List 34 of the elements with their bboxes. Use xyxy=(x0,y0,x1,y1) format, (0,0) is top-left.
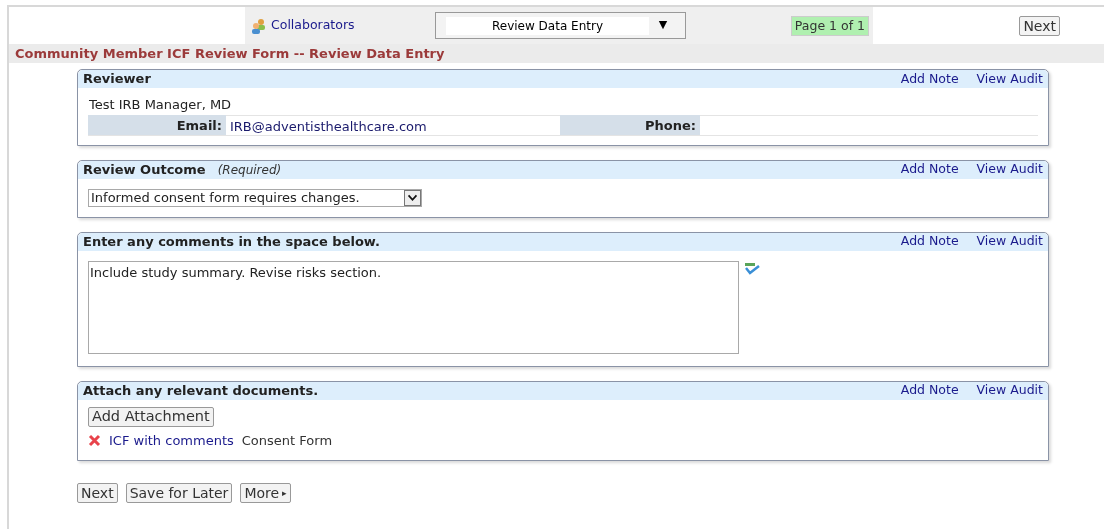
section-title: Reviewer xyxy=(83,70,151,89)
add-note-link[interactable]: Add Note xyxy=(900,160,959,179)
field-value: IRB@adventisthealthcare.com xyxy=(226,114,560,135)
required-note: (Required) xyxy=(217,161,282,179)
add-note-link[interactable]: Add Note xyxy=(900,381,959,400)
add-attachment-button[interactable]: Add Attachment xyxy=(88,406,214,427)
view-audit-link[interactable]: View Audit xyxy=(976,232,1043,251)
page-indicator: Page 1 of 1 xyxy=(790,15,869,36)
attachment-type: Consent Form xyxy=(241,431,333,450)
add-note-link[interactable]: Add Note xyxy=(900,232,959,251)
section-title: Attach any relevant documents. xyxy=(83,381,319,400)
delete-icon[interactable] xyxy=(88,434,101,447)
collaborators-link[interactable]: Collaborators xyxy=(271,16,355,35)
form-title: Community Member ICF Review Form -- Review Data Entry xyxy=(15,44,445,63)
spellcheck-icon[interactable] xyxy=(744,262,760,275)
footer-button[interactable]: Save for Later xyxy=(125,483,233,504)
view-audit-link[interactable]: View Audit xyxy=(976,160,1043,179)
view-audit-link[interactable]: View Audit xyxy=(976,69,1043,89)
section-title: Enter any comments in the space below. xyxy=(83,232,380,251)
comments-field[interactable]: Include study summary. Revise risks section. xyxy=(88,260,739,354)
people-icon xyxy=(251,17,267,34)
next-button[interactable]: Next xyxy=(1019,15,1060,36)
outcome-dropdown[interactable]: Informed consent form requires changes. xyxy=(88,188,422,207)
reviewer-name: Test IRB Manager, MD xyxy=(88,96,233,114)
section-title: Review Outcome xyxy=(83,160,206,179)
view-audit-link[interactable]: View Audit xyxy=(976,381,1043,400)
view-dropdown[interactable]: Review Data Entry ▼ xyxy=(435,12,686,39)
footer-button[interactable]: More ▸ xyxy=(240,483,291,504)
field-label: Email: xyxy=(88,114,226,135)
chevron-down-icon xyxy=(404,189,421,206)
field-label: Phone: xyxy=(560,114,700,135)
attachment-link[interactable]: ICF with comments xyxy=(109,430,234,451)
footer-button[interactable]: Next xyxy=(77,483,118,504)
add-note-link[interactable]: Add Note xyxy=(900,69,959,89)
